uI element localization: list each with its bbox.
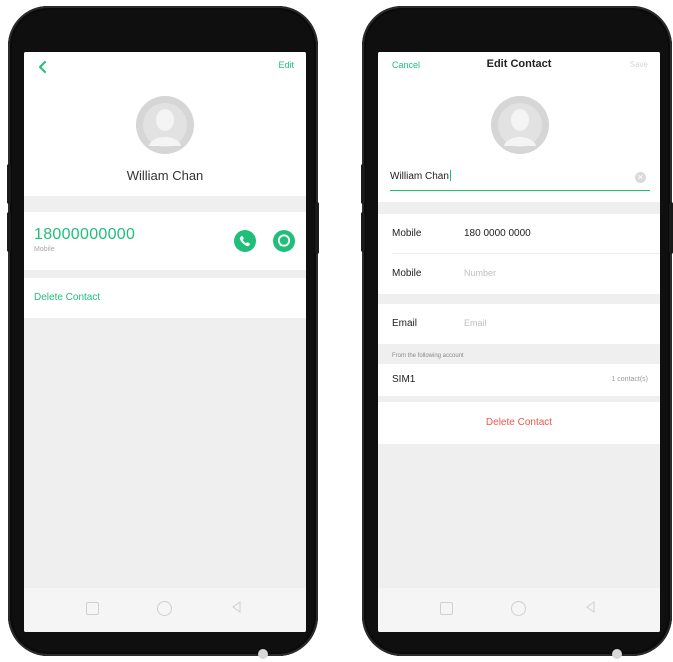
delete-contact-row[interactable]: Delete Contact bbox=[24, 278, 306, 318]
phone-type-label[interactable]: Mobile bbox=[392, 268, 421, 279]
save-button[interactable]: Save bbox=[630, 60, 648, 69]
navigation-bar bbox=[378, 588, 660, 632]
volume-button bbox=[361, 164, 365, 204]
phone-type-label[interactable]: Mobile bbox=[392, 228, 421, 239]
email-placeholder[interactable]: Email bbox=[464, 318, 487, 328]
contact-name: William Chan bbox=[126, 168, 204, 183]
phone-field-row[interactable]: Mobile Number bbox=[378, 254, 660, 294]
account-contact-count: 1 contact(s) bbox=[611, 376, 648, 383]
phone-frame-right: Cancel Edit Contact Save William Chan ✕ bbox=[361, 6, 673, 659]
camera-dot bbox=[612, 649, 622, 659]
power-button bbox=[315, 202, 319, 254]
edit-contact-header: Cancel Edit Contact Save William Chan ✕ bbox=[378, 52, 660, 202]
call-button[interactable] bbox=[234, 230, 256, 252]
clear-x-icon[interactable]: ✕ bbox=[635, 172, 646, 183]
back-triangle-icon[interactable] bbox=[584, 600, 598, 614]
back-triangle-icon[interactable] bbox=[230, 600, 244, 614]
phone-icon bbox=[239, 235, 250, 247]
contact-header: Edit William Chan bbox=[24, 52, 306, 196]
phone-number-input[interactable]: 180 0000 0000 bbox=[464, 228, 531, 239]
page-title: Edit Contact bbox=[486, 58, 552, 70]
account-section-caption: From the following account bbox=[392, 353, 464, 359]
screenshot-stage: Edit William Chan 18000000000 Mobile Del… bbox=[0, 0, 673, 662]
delete-contact-row[interactable]: Delete Contact bbox=[378, 402, 660, 444]
phone-fields: Mobile 180 0000 0000 Mobile Number bbox=[378, 214, 660, 294]
edit-button[interactable]: Edit bbox=[278, 60, 294, 70]
account-row[interactable]: SIM1 1 contact(s) bbox=[378, 364, 660, 396]
contact-details-screen: Edit William Chan 18000000000 Mobile Del… bbox=[24, 52, 306, 632]
square-icon[interactable] bbox=[440, 602, 453, 615]
person-silhouette-icon[interactable] bbox=[491, 96, 549, 154]
phone-number-placeholder[interactable]: Number bbox=[464, 268, 496, 278]
phone-number[interactable]: 18000000000 bbox=[34, 226, 135, 244]
name-input-underline bbox=[390, 190, 650, 191]
phone-frame-left: Edit William Chan 18000000000 Mobile Del… bbox=[7, 6, 319, 659]
power-button bbox=[669, 202, 673, 254]
email-label: Email bbox=[392, 318, 418, 329]
email-field-row[interactable]: Email Email bbox=[378, 304, 660, 344]
phone-field-row[interactable]: Mobile 180 0000 0000 bbox=[378, 214, 660, 254]
camera-dot bbox=[258, 649, 268, 659]
volume-button bbox=[361, 212, 365, 252]
square-icon[interactable] bbox=[86, 602, 99, 615]
name-input[interactable]: William Chan bbox=[390, 170, 451, 182]
delete-contact-button[interactable]: Delete Contact bbox=[378, 417, 660, 428]
edit-contact-screen: Cancel Edit Contact Save William Chan ✕ bbox=[378, 52, 660, 632]
chevron-left-icon[interactable] bbox=[34, 58, 52, 76]
message-bubble-icon bbox=[277, 234, 291, 247]
message-button[interactable] bbox=[273, 230, 295, 252]
name-input-value: William Chan bbox=[390, 171, 449, 182]
person-silhouette-icon bbox=[136, 96, 194, 154]
circle-icon[interactable] bbox=[157, 601, 172, 616]
phone-type-label: Mobile bbox=[34, 246, 55, 253]
account-name: SIM1 bbox=[392, 374, 416, 385]
volume-button bbox=[7, 212, 11, 252]
circle-icon[interactable] bbox=[511, 601, 526, 616]
delete-contact-button[interactable]: Delete Contact bbox=[34, 292, 100, 303]
navigation-bar bbox=[24, 588, 306, 632]
volume-button bbox=[7, 164, 11, 204]
phone-number-row[interactable]: 18000000000 Mobile bbox=[24, 212, 306, 270]
text-cursor bbox=[449, 170, 451, 181]
